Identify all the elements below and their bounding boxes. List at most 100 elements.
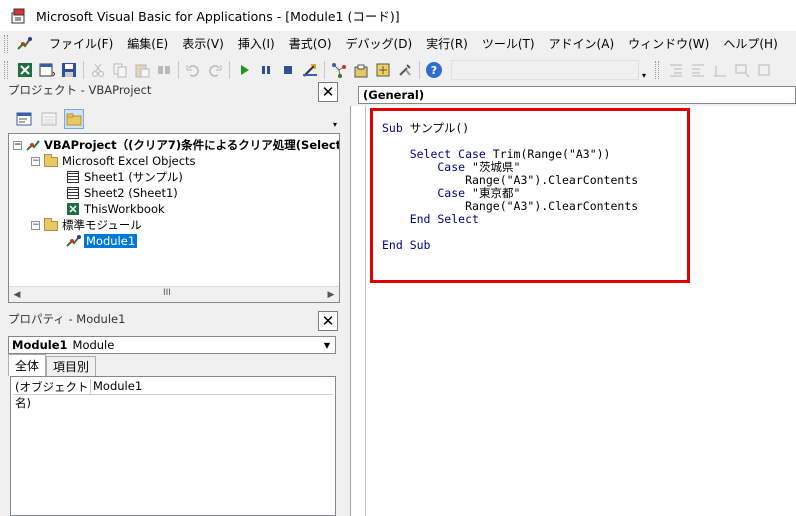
toolbar-grip[interactable] xyxy=(4,61,8,79)
collapse-icon[interactable]: − xyxy=(31,220,40,230)
menu-debug[interactable]: デバッグ(D) xyxy=(339,31,420,57)
view-object-icon[interactable] xyxy=(39,109,59,129)
excel-view-icon[interactable] xyxy=(15,60,35,80)
menu-addins[interactable]: アドイン(A) xyxy=(542,31,622,57)
menu-file[interactable]: ファイル(F) xyxy=(42,31,120,57)
module-icon xyxy=(65,234,81,248)
menu-help[interactable]: ヘルプ(H) xyxy=(716,31,784,57)
uncomment-block-icon[interactable] xyxy=(754,60,774,80)
menu-insert[interactable]: 挿入(I) xyxy=(231,31,282,57)
properties-tabs: 全体 項目別 xyxy=(8,354,97,376)
property-row-name[interactable]: (オブジェクト名) Module1 xyxy=(13,379,333,410)
vba-app-icon[interactable] xyxy=(10,7,28,25)
object-dropdown[interactable]: (General) xyxy=(358,86,796,104)
toolbar-separator xyxy=(83,61,84,79)
object-select[interactable]: Module1 Module ▼ xyxy=(8,336,336,354)
cut-icon[interactable] xyxy=(88,60,108,80)
tree-node-sheet1[interactable]: Sheet1 (サンプル) xyxy=(65,169,183,185)
property-name: (オブジェクト名) xyxy=(13,379,91,410)
toggle-breakpoint-icon[interactable] xyxy=(710,60,730,80)
scroll-right-icon[interactable]: ▶ xyxy=(323,287,339,303)
object-select-name: Module1 xyxy=(12,338,68,352)
tree-label-standard-modules: 標準モジュール xyxy=(62,218,142,232)
project-explorer-icon[interactable] xyxy=(329,60,349,80)
svg-text:?: ? xyxy=(431,64,437,77)
highlight-box xyxy=(370,108,690,283)
menu-window[interactable]: ウィンドウ(W) xyxy=(621,31,716,57)
indent-icon[interactable] xyxy=(666,60,686,80)
vbaproject-icon xyxy=(25,138,41,152)
tree-label-excel-objects: Microsoft Excel Objects xyxy=(62,154,196,168)
menu-run[interactable]: 実行(R) xyxy=(419,31,475,57)
copy-icon[interactable] xyxy=(110,60,130,80)
object-select-type: Module xyxy=(72,338,115,352)
paste-icon[interactable] xyxy=(132,60,152,80)
tree-label-sheet2: Sheet2 (Sheet1) xyxy=(84,186,178,200)
menu-grip[interactable] xyxy=(4,35,8,53)
project-toolbar-overflow-icon[interactable]: ▾ xyxy=(330,109,340,129)
toolbar-separator xyxy=(419,61,420,79)
collapse-icon[interactable]: − xyxy=(13,140,22,150)
pane-splitter[interactable] xyxy=(340,83,350,516)
collapse-icon[interactable]: − xyxy=(31,156,40,166)
worksheet-icon xyxy=(65,186,81,200)
toggle-folders-icon[interactable] xyxy=(64,109,84,129)
menu-edit[interactable]: 編集(E) xyxy=(120,31,175,57)
outdent-icon[interactable] xyxy=(688,60,708,80)
properties-icon[interactable] xyxy=(351,60,371,80)
tab-alphabetic[interactable]: 全体 xyxy=(8,354,47,376)
tree-label-vbaproject: VBAProject（(クリア7)条件によるクリア処理(Select- xyxy=(44,138,340,152)
toolbar-position-box xyxy=(451,60,639,80)
find-icon[interactable] xyxy=(154,60,174,80)
toolbox-icon[interactable] xyxy=(395,60,415,80)
tree-label-thisworkbook: ThisWorkbook xyxy=(84,202,165,216)
tab-categorized[interactable]: 項目別 xyxy=(46,356,97,376)
tree-label-sheet1: Sheet1 (サンプル) xyxy=(84,170,183,184)
close-project-button[interactable]: ✕ xyxy=(318,82,338,102)
toolbar-separator xyxy=(324,61,325,79)
tree-node-excel-objects[interactable]: − Microsoft Excel Objects xyxy=(31,153,196,169)
tree-node-thisworkbook[interactable]: ThisWorkbook xyxy=(65,201,165,217)
menu-format[interactable]: 書式(O) xyxy=(282,31,339,57)
tree-node-standard-modules[interactable]: − 標準モジュール xyxy=(31,217,142,233)
tree-label-module1: Module1 xyxy=(84,234,138,248)
insert-module-icon[interactable] xyxy=(37,60,57,80)
menu-view[interactable]: 表示(V) xyxy=(175,31,231,57)
vba-menu-icon[interactable] xyxy=(16,35,34,53)
workbook-icon xyxy=(65,202,81,216)
scroll-left-icon[interactable]: ◀ xyxy=(9,287,25,303)
run-icon[interactable] xyxy=(234,60,254,80)
title-bar: Microsoft Visual Basic for Applications … xyxy=(0,0,796,31)
project-toolbar: ▾ xyxy=(8,107,340,131)
reset-icon[interactable] xyxy=(278,60,298,80)
chevron-down-icon[interactable]: ▼ xyxy=(320,338,334,352)
folder-icon xyxy=(43,218,59,232)
toolbar-overflow-icon[interactable]: ▾ xyxy=(639,60,649,80)
tree-node-sheet2[interactable]: Sheet2 (Sheet1) xyxy=(65,185,178,201)
vba-editor-window: Microsoft Visual Basic for Applications … xyxy=(0,0,796,516)
folder-icon xyxy=(43,154,59,168)
close-properties-button[interactable]: ✕ xyxy=(318,311,338,331)
design-mode-icon[interactable] xyxy=(300,60,320,80)
object-browser-icon[interactable] xyxy=(373,60,393,80)
toolbar2-grip[interactable] xyxy=(655,61,659,79)
properties-grid: (オブジェクト名) Module1 xyxy=(10,376,336,516)
project-tree: − VBAProject（(クリア7)条件によるクリア処理(Select- − … xyxy=(8,133,340,303)
comment-block-icon[interactable] xyxy=(732,60,752,80)
project-tree-hscrollbar[interactable]: ◀ III ▶ xyxy=(9,286,339,302)
view-code-icon[interactable] xyxy=(14,109,34,129)
save-icon[interactable] xyxy=(59,60,79,80)
redo-icon[interactable] xyxy=(205,60,225,80)
window-title: Microsoft Visual Basic for Applications … xyxy=(36,9,400,24)
undo-icon[interactable] xyxy=(183,60,203,80)
break-icon[interactable] xyxy=(256,60,276,80)
scroll-thumb-grip[interactable]: III xyxy=(163,288,171,298)
help-icon[interactable]: ? xyxy=(424,60,444,80)
menu-bar: ファイル(F) 編集(E) 表示(V) 挿入(I) 書式(O) デバッグ(D) … xyxy=(0,31,796,57)
property-value[interactable]: Module1 xyxy=(91,379,142,394)
tree-node-vbaproject[interactable]: − VBAProject（(クリア7)条件によるクリア処理(Select- xyxy=(13,137,340,153)
project-panel-title: プロジェクト - VBAProject xyxy=(8,83,152,97)
menu-tools[interactable]: ツール(T) xyxy=(475,31,542,57)
properties-panel-title: プロパティ - Module1 xyxy=(8,312,126,326)
tree-node-module1[interactable]: Module1 xyxy=(65,233,138,249)
